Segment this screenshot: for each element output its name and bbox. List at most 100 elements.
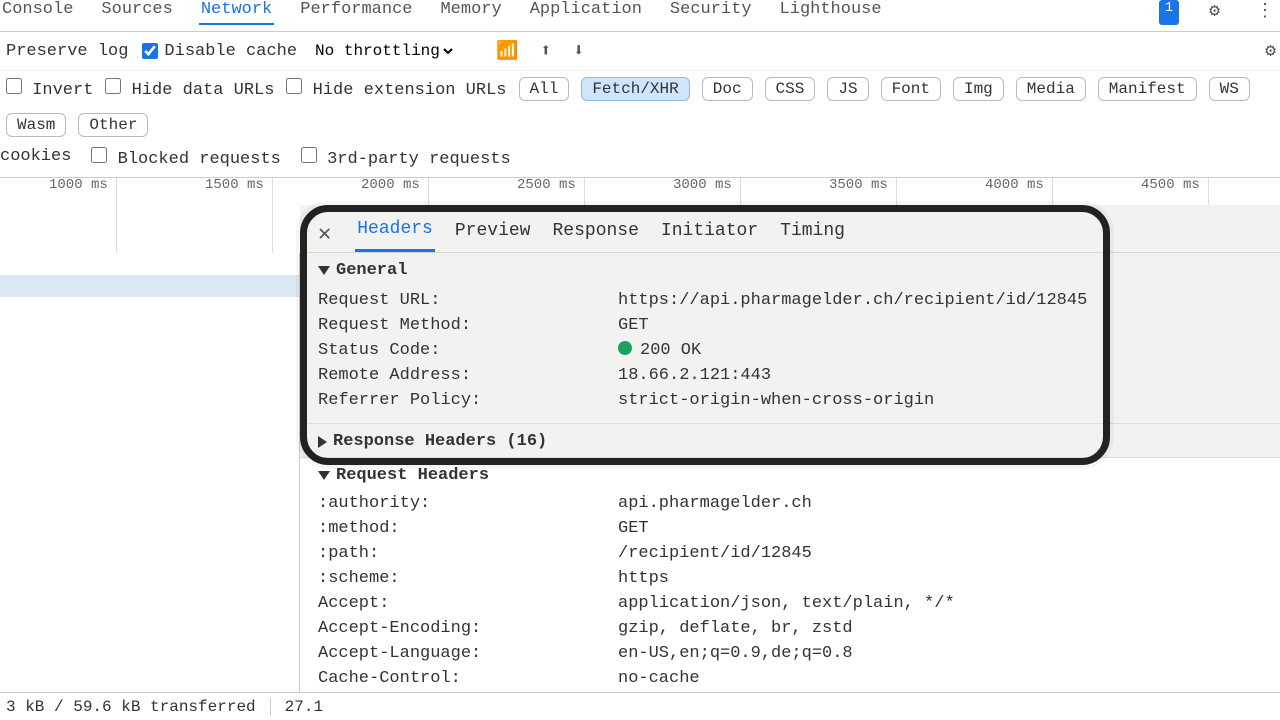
- general-block: Request URL:https://api.pharmagelder.ch/…: [300, 286, 1280, 423]
- header-value: en-US,en;q=0.9,de;q=0.8: [618, 644, 853, 663]
- header-value: /recipient/id/12845: [618, 544, 812, 563]
- request-list[interactable]: [0, 253, 300, 692]
- tick-label: 3000 ms: [673, 177, 732, 193]
- status-code-value: 200 OK: [618, 341, 701, 360]
- upload-icon[interactable]: ⬆: [536, 40, 555, 62]
- detail-tab-headers[interactable]: Headers: [355, 215, 435, 252]
- request-header-row: :path:/recipient/id/12845: [300, 541, 1280, 566]
- filter-img[interactable]: Img: [953, 77, 1004, 101]
- section-response-headers[interactable]: Response Headers (16): [300, 423, 1280, 457]
- detail-tab-response[interactable]: Response: [551, 217, 641, 251]
- chevron-right-icon: [318, 436, 327, 448]
- request-header-row: Accept-Encoding:gzip, deflate, br, zstd: [300, 616, 1280, 641]
- filter-all[interactable]: All: [519, 77, 570, 101]
- section-request-headers[interactable]: Request Headers: [300, 457, 1280, 491]
- status-bar: 3 kB / 59.6 kB transferred 27.1: [0, 692, 1280, 720]
- disable-cache-checkbox[interactable]: Disable cache: [142, 42, 297, 61]
- download-icon[interactable]: ⬇: [569, 40, 588, 62]
- network-toolbar: Preserve log Disable cache No throttling…: [0, 32, 1280, 71]
- transfer-size: 3 kB / 59.6 kB transferred: [6, 698, 256, 716]
- request-header-row: :scheme:https: [300, 566, 1280, 591]
- filter-css[interactable]: CSS: [765, 77, 816, 101]
- filter-fetch-xhr[interactable]: Fetch/XHR: [581, 77, 689, 101]
- request-url-value: https://api.pharmagelder.ch/recipient/id…: [618, 291, 1087, 310]
- section-general[interactable]: General: [300, 253, 1280, 286]
- request-method-key: Request Method:: [318, 316, 618, 335]
- blocked-requests-checkbox[interactable]: Blocked requests: [91, 147, 280, 169]
- filter-row-2: cookies Blocked requests 3rd-party reque…: [0, 143, 1280, 177]
- tab-application[interactable]: Application: [528, 0, 644, 25]
- tab-memory[interactable]: Memory: [438, 0, 503, 25]
- tick-label: 1500 ms: [205, 177, 264, 193]
- filter-wasm[interactable]: Wasm: [6, 113, 66, 137]
- header-key: :path:: [318, 544, 618, 563]
- request-header-row: :method:GET: [300, 516, 1280, 541]
- status-dot-icon: [618, 341, 632, 355]
- tab-security[interactable]: Security: [668, 0, 754, 25]
- filter-manifest[interactable]: Manifest: [1098, 77, 1197, 101]
- close-icon[interactable]: ✕: [318, 221, 337, 247]
- header-key: Accept-Language:: [318, 644, 618, 663]
- header-value: https: [618, 569, 669, 588]
- referrer-policy-key: Referrer Policy:: [318, 391, 618, 410]
- header-key: Accept-Encoding:: [318, 619, 618, 638]
- header-key: :scheme:: [318, 569, 618, 588]
- tab-network[interactable]: Network: [199, 0, 274, 25]
- header-key: Cache-Control:: [318, 669, 618, 688]
- tick-label: 2000 ms: [361, 177, 420, 193]
- gear-icon[interactable]: ⚙: [1203, 0, 1226, 25]
- detail-tabs: ✕ Headers Preview Response Initiator Tim…: [300, 205, 1280, 253]
- request-header-row: Accept-Language:en-US,en;q=0.9,de;q=0.8: [300, 641, 1280, 666]
- request-detail-pane: ✕ Headers Preview Response Initiator Tim…: [300, 205, 1280, 692]
- hide-ext-urls-checkbox[interactable]: Hide extension URLs: [286, 78, 506, 100]
- header-value: gzip, deflate, br, zstd: [618, 619, 853, 638]
- detail-tab-initiator[interactable]: Initiator: [659, 217, 760, 251]
- referrer-policy-value: strict-origin-when-cross-origin: [618, 391, 934, 410]
- header-key: :authority:: [318, 494, 618, 513]
- tick-label: 1000 ms: [49, 177, 108, 193]
- filter-doc[interactable]: Doc: [702, 77, 753, 101]
- filter-font[interactable]: Font: [881, 77, 941, 101]
- error-badge[interactable]: 1: [1159, 0, 1179, 25]
- header-value: application/json, text/plain, */*: [618, 594, 955, 613]
- detail-tab-preview[interactable]: Preview: [453, 217, 533, 251]
- kebab-icon[interactable]: ⋮: [1250, 0, 1280, 25]
- third-party-checkbox[interactable]: 3rd-party requests: [301, 147, 511, 169]
- tab-console[interactable]: Console: [0, 0, 75, 25]
- filter-media[interactable]: Media: [1016, 77, 1086, 101]
- request-row-selected[interactable]: [0, 275, 299, 297]
- throttling-select[interactable]: No throttling: [311, 41, 456, 61]
- request-method-value: GET: [618, 316, 649, 335]
- disable-cache-input[interactable]: [142, 43, 158, 59]
- tab-sources[interactable]: Sources: [99, 0, 174, 25]
- settings-gear-icon[interactable]: ⚙: [1261, 40, 1280, 62]
- cookies-label: cookies: [0, 147, 71, 169]
- tab-performance[interactable]: Performance: [298, 0, 414, 25]
- tick-label: 4500 ms: [1141, 177, 1200, 193]
- finish-time: 27.1: [285, 698, 323, 716]
- filter-other[interactable]: Other: [78, 113, 148, 137]
- wifi-icon[interactable]: 📶: [492, 40, 522, 62]
- filter-row: Invert Hide data URLs Hide extension URL…: [0, 71, 1280, 143]
- detail-tab-timing[interactable]: Timing: [778, 217, 847, 251]
- request-url-key: Request URL:: [318, 291, 618, 310]
- filter-ws[interactable]: WS: [1209, 77, 1250, 101]
- chevron-down-icon: [318, 266, 330, 275]
- section-response-headers-label: Response Headers (16): [333, 432, 547, 451]
- request-header-row: :authority:api.pharmagelder.ch: [300, 491, 1280, 516]
- hide-data-urls-checkbox[interactable]: Hide data URLs: [105, 78, 274, 100]
- devtools-tabs: Console Sources Network Performance Memo…: [0, 0, 1280, 32]
- remote-address-key: Remote Address:: [318, 366, 618, 385]
- section-general-label: General: [336, 261, 407, 280]
- section-request-headers-label: Request Headers: [336, 466, 489, 485]
- invert-checkbox[interactable]: Invert: [6, 78, 93, 100]
- tick-label: 4000 ms: [985, 177, 1044, 193]
- header-key: :method:: [318, 519, 618, 538]
- preserve-log-label: Preserve log: [6, 42, 128, 61]
- tick-label: 2500 ms: [517, 177, 576, 193]
- remote-address-value: 18.66.2.121:443: [618, 366, 771, 385]
- tab-lighthouse[interactable]: Lighthouse: [778, 0, 884, 25]
- header-value: no-cache: [618, 669, 700, 688]
- request-header-row: Accept:application/json, text/plain, */*: [300, 591, 1280, 616]
- filter-js[interactable]: JS: [827, 77, 868, 101]
